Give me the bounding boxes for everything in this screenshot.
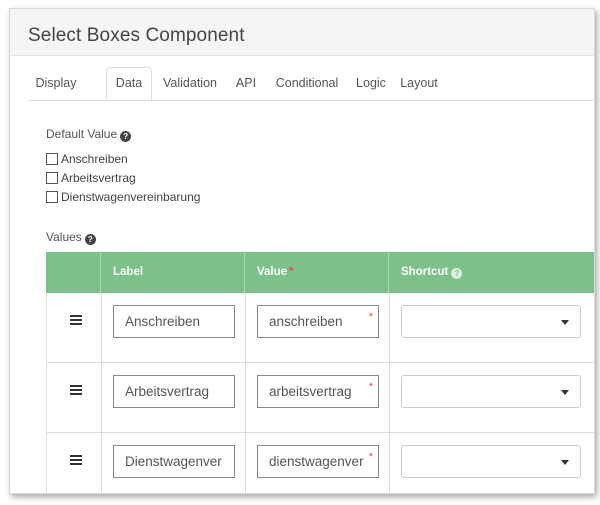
table-header-value: Value *: [245, 252, 389, 293]
caret-down-icon: [561, 390, 569, 395]
tab-layout[interactable]: Layout: [395, 67, 443, 100]
checkbox[interactable]: [46, 191, 58, 203]
cell-divider: [245, 363, 246, 432]
table-row: Arbeitsvertrag arbeitsvertrag *: [46, 363, 594, 433]
question-circle-icon[interactable]: ?: [120, 131, 132, 142]
tab-validation[interactable]: Validation: [156, 67, 224, 100]
table-row: Dienstwagenver dienstwagenver *: [46, 433, 594, 493]
table-header-shortcut: Shortcut?: [389, 252, 594, 293]
option-value-text: anschreiben: [269, 314, 343, 329]
tab-conditional[interactable]: Conditional: [268, 67, 346, 100]
option-label-input[interactable]: Anschreiben: [113, 305, 235, 338]
shortcut-select[interactable]: [401, 375, 581, 408]
table-row: Anschreiben anschreiben *: [46, 293, 594, 363]
cell-divider: [389, 363, 390, 432]
required-marker: *: [368, 451, 373, 463]
checkbox-option-dienstwagenvereinbarung[interactable]: Dienstwagenvereinbarung: [46, 190, 200, 204]
table-header-label-text: Label: [113, 266, 144, 278]
drag-handle-icon[interactable]: [70, 315, 82, 325]
values-label: Values?: [46, 230, 96, 245]
checkbox-label: Arbeitsvertrag: [61, 171, 136, 185]
cell-divider: [245, 433, 246, 493]
checkbox-label: Dienstwagenvereinbarung: [61, 190, 201, 204]
component-settings-panel: Select Boxes Component Display Data Vali…: [9, 8, 595, 494]
checkbox-option-anschreiben[interactable]: Anschreiben: [46, 152, 128, 166]
tab-api[interactable]: API: [227, 67, 265, 100]
option-label-input[interactable]: Dienstwagenver: [113, 445, 235, 478]
table-header-shortcut-text: Shortcut: [401, 266, 449, 278]
question-circle-icon[interactable]: ?: [84, 234, 96, 245]
cell-divider: [389, 433, 390, 493]
shortcut-select[interactable]: [401, 445, 581, 478]
required-marker: *: [368, 381, 373, 393]
checkbox-label: Anschreiben: [61, 152, 128, 166]
cell-divider: [46, 293, 47, 362]
option-label-input[interactable]: Arbeitsvertrag: [113, 375, 235, 408]
shortcut-select[interactable]: [401, 305, 581, 338]
caret-down-icon: [561, 320, 569, 325]
option-value-input[interactable]: anschreiben *: [257, 305, 379, 338]
tab-data[interactable]: Data: [106, 67, 152, 100]
table-header-value-text: Value: [257, 266, 288, 278]
checkbox[interactable]: [46, 172, 58, 184]
tab-display[interactable]: Display: [28, 67, 84, 100]
cell-divider: [101, 293, 102, 362]
cell-divider: [245, 293, 246, 362]
required-marker: *: [289, 266, 294, 278]
cell-divider: [101, 363, 102, 432]
checkbox[interactable]: [46, 153, 58, 165]
required-marker: *: [368, 311, 373, 323]
page-title: Select Boxes Component: [28, 25, 245, 46]
caret-down-icon: [561, 460, 569, 465]
cell-divider: [101, 433, 102, 493]
tab-bar: Display Data Validation API Conditional …: [28, 67, 594, 101]
table-header-label: Label: [101, 252, 245, 293]
drag-handle-icon[interactable]: [70, 455, 82, 465]
question-circle-icon[interactable]: ?: [451, 268, 463, 279]
default-value-label: Default Value?: [46, 127, 132, 142]
panel-header: Select Boxes Component: [10, 9, 594, 56]
option-value-text: dienstwagenver: [269, 454, 364, 469]
cell-divider: [46, 433, 47, 493]
option-value-input[interactable]: dienstwagenver *: [257, 445, 379, 478]
values-label-text: Values: [46, 230, 82, 244]
option-value-input[interactable]: arbeitsvertrag *: [257, 375, 379, 408]
table-header-drag: [46, 252, 101, 293]
default-value-label-text: Default Value: [46, 127, 118, 141]
option-value-text: arbeitsvertrag: [269, 384, 352, 399]
drag-handle-icon[interactable]: [70, 385, 82, 395]
checkbox-option-arbeitsvertrag[interactable]: Arbeitsvertrag: [46, 171, 136, 185]
tab-logic[interactable]: Logic: [351, 67, 391, 100]
cell-divider: [389, 293, 390, 362]
values-table: Label Value * Shortcut? Anschreiben ansch…: [46, 252, 594, 493]
cell-divider: [46, 363, 47, 432]
